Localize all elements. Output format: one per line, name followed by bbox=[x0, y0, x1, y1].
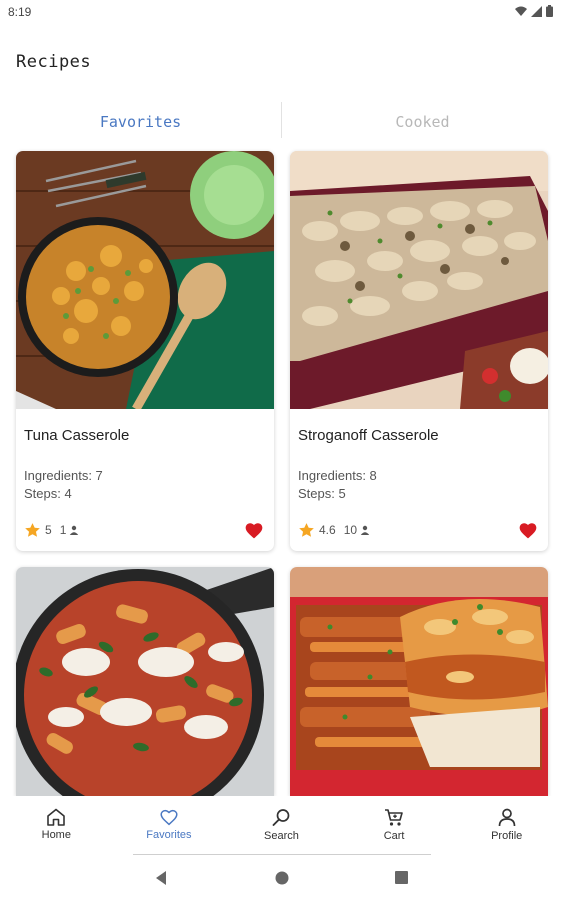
back-icon[interactable] bbox=[154, 870, 168, 886]
bottom-navigation: Home Favorites Search Cart Profile bbox=[0, 796, 563, 854]
recipe-card[interactable]: Tuna Casserole Ingredients: 7 Steps: 4 5… bbox=[16, 151, 274, 551]
nav-item-favorites[interactable]: Favorites bbox=[113, 796, 226, 854]
tab-bar: Favorites Cooked bbox=[0, 100, 563, 144]
cart-icon bbox=[385, 809, 403, 826]
nav-label-cart: Cart bbox=[383, 830, 405, 842]
nav-label-profile: Profile bbox=[491, 830, 523, 842]
cooked-count: 1 bbox=[59, 523, 67, 537]
status-bar: 8:19 bbox=[0, 0, 563, 26]
home-circle-icon[interactable] bbox=[274, 870, 290, 886]
recipe-photo bbox=[16, 567, 274, 796]
home-icon bbox=[47, 808, 66, 826]
recents-icon[interactable] bbox=[394, 870, 409, 885]
rating-value: 5 bbox=[45, 523, 52, 537]
favorite-heart-icon[interactable] bbox=[244, 521, 264, 539]
status-time: 8:19 bbox=[8, 5, 32, 19]
cooked-count: 10 bbox=[343, 523, 358, 537]
recipe-photo bbox=[16, 151, 274, 409]
person-icon bbox=[360, 525, 370, 535]
person-icon bbox=[498, 808, 516, 827]
nav-item-cart[interactable]: Cart bbox=[338, 796, 451, 854]
nav-label-favorites: Favorites bbox=[146, 829, 192, 841]
heart-outline-icon bbox=[160, 809, 178, 826]
card-footer: 5 1 bbox=[24, 519, 264, 541]
system-navigation bbox=[0, 858, 563, 900]
recipe-card[interactable]: Stroganoff Casserole Ingredients: 8 Step… bbox=[290, 151, 548, 551]
search-icon bbox=[272, 809, 290, 826]
recipe-title: Tuna Casserole bbox=[24, 427, 130, 444]
battery-icon bbox=[546, 5, 553, 17]
ingredient-count: Ingredients: 8 bbox=[298, 468, 377, 483]
person-icon bbox=[70, 525, 79, 535]
star-icon bbox=[299, 522, 314, 537]
nav-label-search: Search bbox=[264, 830, 299, 842]
status-icons bbox=[515, 5, 553, 17]
wifi-icon bbox=[515, 6, 527, 16]
recipe-photo bbox=[290, 567, 548, 796]
gesture-bar bbox=[133, 854, 431, 855]
step-count: Steps: 4 bbox=[24, 486, 72, 501]
card-footer: 4.6 10 bbox=[298, 519, 538, 541]
ingredient-count: Ingredients: 7 bbox=[24, 468, 103, 483]
step-count: Steps: 5 bbox=[298, 486, 346, 501]
star-icon bbox=[25, 522, 40, 537]
page-title: Recipes bbox=[16, 52, 92, 72]
signal-icon bbox=[531, 5, 542, 17]
recipe-card[interactable] bbox=[16, 567, 274, 796]
nav-label-home: Home bbox=[41, 829, 71, 841]
recipe-title: Stroganoff Casserole bbox=[298, 427, 439, 444]
favorite-heart-icon[interactable] bbox=[518, 521, 538, 539]
nav-item-profile[interactable]: Profile bbox=[450, 796, 563, 854]
tab-cooked[interactable]: Cooked bbox=[282, 100, 563, 144]
nav-item-home[interactable]: Home bbox=[0, 796, 113, 854]
rating-value: 4.6 bbox=[319, 523, 336, 537]
recipe-card[interactable] bbox=[290, 567, 548, 796]
nav-item-search[interactable]: Search bbox=[225, 796, 338, 854]
tab-favorites[interactable]: Favorites bbox=[0, 100, 281, 144]
recipe-photo bbox=[290, 151, 548, 409]
